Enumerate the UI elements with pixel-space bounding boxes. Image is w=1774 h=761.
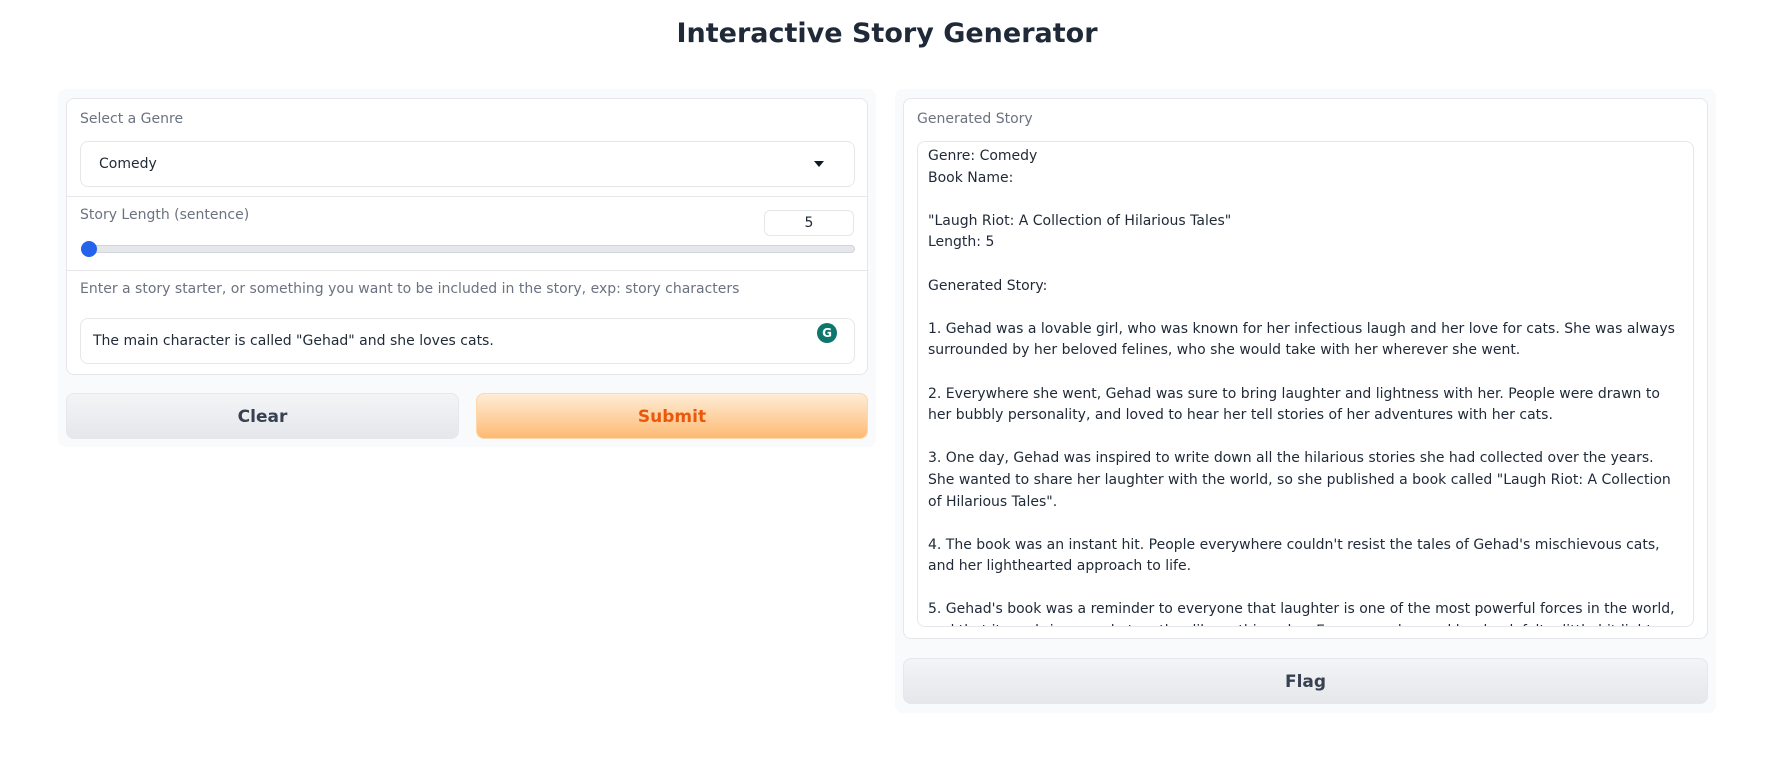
clear-button[interactable]: Clear (66, 393, 459, 439)
story-line: Book Name: (928, 169, 1014, 186)
flag-button[interactable]: Flag (903, 658, 1708, 704)
story-line: "Laugh Riot: A Collection of Hilarious T… (928, 212, 1232, 229)
story-line (928, 254, 1683, 276)
story-line: 1. Gehad was a lovable girl, who was kno… (928, 320, 1680, 359)
generated-story-label: Generated Story (917, 111, 1033, 127)
divider (67, 270, 867, 271)
story-starter-input[interactable]: The main character is called "Gehad" and… (80, 318, 855, 364)
length-slider[interactable] (81, 245, 855, 253)
story-line (928, 362, 1683, 384)
story-line: Length: 5 (928, 234, 995, 251)
divider (67, 196, 867, 197)
input-panel: Select a Genre Comedy Story Length (sent… (58, 89, 876, 447)
story-line: 4. The book was an instant hit. People e… (928, 536, 1665, 575)
story-line (928, 427, 1683, 449)
output-panel: Generated Story Genre: Comedy Book Name: "… (895, 89, 1716, 713)
chevron-down-icon (814, 161, 824, 167)
genre-selected-value: Comedy (99, 156, 157, 172)
starter-label: Enter a story starter, or something you … (80, 281, 740, 297)
genre-dropdown[interactable]: Comedy (80, 141, 855, 187)
output-block: Generated Story Genre: Comedy Book Name: "… (903, 98, 1708, 639)
story-line: Genre: Comedy (928, 148, 1038, 164)
story-line (928, 513, 1683, 535)
grammarly-icon[interactable]: G (817, 323, 837, 343)
length-slider-thumb[interactable] (81, 241, 97, 257)
story-line (928, 297, 1683, 319)
story-line: 2. Everywhere she went, Gehad was sure t… (928, 385, 1665, 424)
generated-story-textarea[interactable]: Genre: Comedy Book Name: "Laugh Riot: A Co… (917, 141, 1694, 627)
story-line: 3. One day, Gehad was inspired to write … (928, 450, 1676, 510)
length-number-input[interactable]: 5 (764, 210, 854, 236)
page-title: Interactive Story Generator (676, 18, 1098, 49)
genre-label: Select a Genre (80, 111, 184, 127)
story-line (928, 578, 1683, 600)
submit-button[interactable]: Submit (476, 393, 868, 439)
length-label: Story Length (sentence) (80, 207, 250, 223)
story-line: 5. Gehad's book was a reminder to everyo… (928, 601, 1675, 626)
story-starter-value: The main character is called "Gehad" and… (93, 333, 494, 349)
input-block: Select a Genre Comedy Story Length (sent… (66, 98, 868, 375)
story-line (928, 189, 1683, 211)
story-line: Generated Story: (928, 277, 1048, 294)
